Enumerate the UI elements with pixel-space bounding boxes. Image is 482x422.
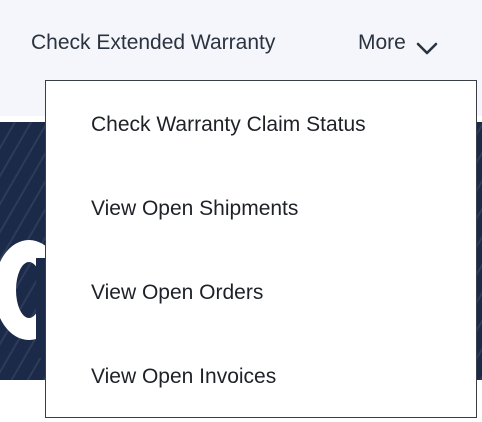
menu-item-view-open-orders[interactable]: View Open Orders (91, 280, 263, 306)
page: Check Extended Warranty More Check Warra… (0, 0, 482, 422)
menu-item-view-open-invoices[interactable]: View Open Invoices (91, 364, 276, 390)
menu-item-check-warranty-claim-status[interactable]: Check Warranty Claim Status (91, 112, 366, 138)
check-extended-warranty-link[interactable]: Check Extended Warranty (31, 30, 275, 56)
more-dropdown-menu: Check Warranty Claim Status View Open Sh… (45, 80, 477, 418)
more-label: More (358, 31, 406, 54)
chevron-down-icon (416, 37, 438, 55)
more-menu-toggle[interactable]: More (358, 30, 438, 56)
menu-item-view-open-shipments[interactable]: View Open Shipments (91, 196, 298, 222)
